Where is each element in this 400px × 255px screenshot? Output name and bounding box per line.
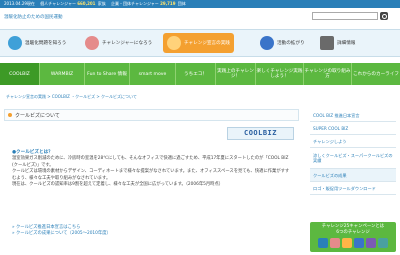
- globe-icon: [8, 36, 22, 50]
- corp-unit: 団体: [177, 1, 186, 6]
- nav-become-challenger[interactable]: チャレンジャーになろう: [85, 33, 152, 53]
- sidebar-item-logo-download[interactable]: ロゴ・販促用ツールダウンロード: [310, 182, 396, 195]
- nav-activity-spread[interactable]: 活動の拡がり: [260, 33, 305, 53]
- spread-icon: [260, 36, 274, 50]
- nav-learn-warming[interactable]: 温暖化問題を知ろう: [8, 33, 66, 53]
- challenge-icon: [330, 238, 340, 248]
- tab-car-life[interactable]: これからのカーライフ: [352, 63, 400, 85]
- challenge-icon: [366, 238, 376, 248]
- nav-details[interactable]: 詳細情報: [320, 33, 355, 53]
- link-results[interactable]: » クールビズの成果について（2005〜2010年度）: [12, 231, 111, 237]
- coolbiz-logo: COOLBIZ: [227, 127, 294, 140]
- challenge-icon: [378, 238, 388, 248]
- sidebar-item-effects[interactable]: クールビズの成果: [310, 169, 396, 182]
- search-input[interactable]: [312, 12, 378, 20]
- corp-challenger-label: 企業・団体チャレンジャー: [111, 1, 159, 6]
- article-body: ●クールビズとは？ 温室効果ガス削減のために、冷房時の室温を28℃にしても、そん…: [12, 150, 290, 188]
- page-title: クールビズについて: [4, 109, 299, 121]
- sidebar: COOL BIZ 推進日本宣言 SUPER COOL BIZ チャレンジしよう …: [310, 109, 396, 195]
- document-icon: [320, 36, 334, 50]
- tab-uchieco[interactable]: うちエコ！: [176, 63, 216, 85]
- nav-become-challenger-label: チャレンジャーになろう: [102, 41, 153, 46]
- challenge25-banner[interactable]: チャレンジ25キャンペーンとは 6つのチャレンジ: [310, 222, 396, 252]
- site-title[interactable]: 温暖化防止のための国民運動: [4, 14, 63, 20]
- personal-challenger-count: 660,201: [77, 1, 96, 6]
- corp-challenger-count: 29,719: [160, 1, 176, 6]
- stats-topbar: 2013.04.29現在 個人チャレンジャー 660,201 家族 企業・団体チ…: [0, 0, 400, 8]
- nav-learn-warming-label: 温暖化問題を知ろう: [25, 41, 67, 46]
- tab-coolbiz[interactable]: COOLBIZ: [0, 63, 40, 85]
- tab-warmbiz[interactable]: WARMBIZ: [40, 63, 85, 85]
- nav-activity-spread-label: 活動の拡がり: [277, 41, 305, 46]
- sidebar-item-declaration[interactable]: COOL BIZ 推進日本宣言: [310, 109, 396, 122]
- search-icon[interactable]: [380, 12, 388, 20]
- challenge-icon: [342, 238, 352, 248]
- hand-icon: [85, 36, 99, 50]
- nav-practice-declaration-label: チャレンジ宣言の実践: [184, 41, 230, 46]
- breadcrumb[interactable]: チャレンジ宣言の実践 > COOLBIZ ・クールビズ > クールビズについて: [6, 94, 137, 100]
- tab-smart-move[interactable]: smart move: [130, 63, 176, 85]
- sub-tabs: COOLBIZ WARMBIZ Fun to Share 情報 smart mo…: [0, 63, 400, 85]
- main-navigation: 温暖化問題を知ろう チャレンジャーになろう チャレンジ宣言の実践 活動の拡がり …: [0, 29, 400, 57]
- body-paragraph-1: 温室効果ガス削減のために、冷房時の室温を28℃にしても、そんなオフィスで快適に過…: [12, 156, 289, 168]
- nav-practice-declaration[interactable]: チャレンジ宣言の実践: [163, 33, 234, 53]
- personal-unit: 家族: [97, 1, 106, 6]
- tab-enjoy-challenge[interactable]: 楽しくチャレンジ実践しよう！: [256, 63, 304, 85]
- stats-date: 2013.04.29現在: [4, 1, 35, 6]
- body-paragraph-3: 現在は、クールビズの認知率は9割を超えて定着し、様々な工夫が全国に広がっています…: [12, 182, 224, 188]
- tab-fun-to-share[interactable]: Fun to Share 情報: [85, 63, 130, 85]
- sidebar-item-super-coolbiz[interactable]: SUPER COOL BIZ: [310, 122, 396, 135]
- banner-line-2: 6つのチャレンジ: [336, 230, 370, 235]
- sun-icon: [167, 36, 181, 50]
- tab-practice-challenge[interactable]: 実践上のチャレンジ！: [216, 63, 256, 85]
- sidebar-item-challenge[interactable]: チャレンジしよう: [310, 135, 396, 148]
- nav-details-label: 詳細情報: [337, 41, 356, 46]
- sidebar-item-results-record[interactable]: 涼しくクールビズ・スーパークールビズの実績: [310, 148, 396, 169]
- banner-icon-row: [310, 238, 396, 248]
- personal-challenger-label: 個人チャレンジャー: [40, 1, 76, 6]
- header: 温暖化防止のための国民運動: [0, 8, 400, 28]
- related-links: » クールビズ推進日本宣言はこちら » クールビズの成果について（2005〜20…: [12, 225, 111, 238]
- tab-challenge-approach[interactable]: チャレンジの取り組み方: [304, 63, 352, 85]
- challenge-icon: [354, 238, 364, 248]
- challenge-icon: [318, 238, 328, 248]
- body-paragraph-2: クールビズは環境の素材からデザイン、コーディネートまで様々な提案がなされています…: [12, 169, 290, 181]
